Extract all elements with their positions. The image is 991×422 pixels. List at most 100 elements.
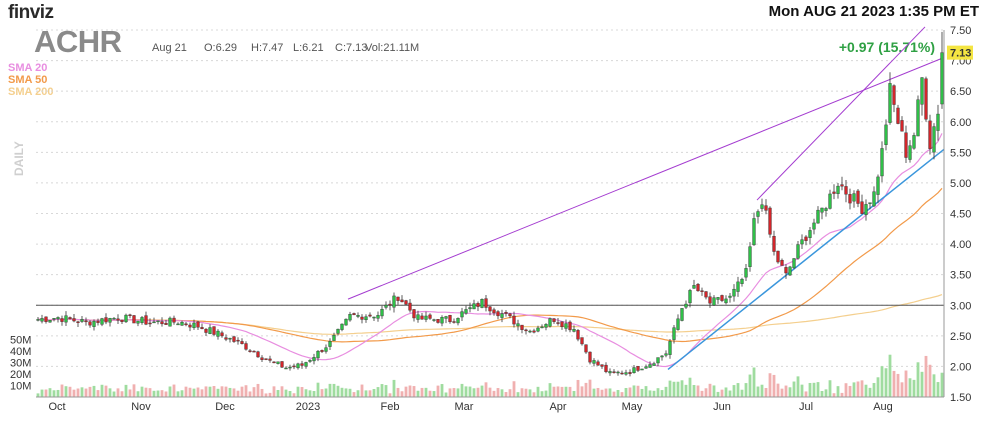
volume-bar xyxy=(248,391,252,397)
candle xyxy=(176,323,180,326)
volume-bar xyxy=(64,386,68,397)
candle xyxy=(196,321,200,328)
candle xyxy=(164,322,168,325)
volume-bar xyxy=(124,384,128,397)
volume-bar xyxy=(108,388,112,397)
volume-bar xyxy=(588,379,592,397)
volume-bar xyxy=(348,388,352,397)
volume-bar xyxy=(852,382,856,397)
candle xyxy=(736,281,740,292)
volume-tick-label: 40M xyxy=(10,346,31,358)
candle xyxy=(808,230,812,238)
volume-bar xyxy=(48,388,52,397)
volume-bar xyxy=(296,386,300,397)
candle xyxy=(284,367,288,370)
candle xyxy=(168,317,172,327)
volume-bar xyxy=(872,382,876,397)
candle xyxy=(684,303,688,308)
candle xyxy=(280,361,284,368)
candle xyxy=(556,322,560,324)
volume-bar xyxy=(148,388,152,397)
candle xyxy=(864,204,868,215)
candle xyxy=(336,328,340,334)
volume-bar xyxy=(644,386,648,397)
candle xyxy=(380,308,384,317)
volume-bar xyxy=(420,387,424,397)
candle xyxy=(504,312,508,314)
volume-bar xyxy=(708,383,712,397)
candle xyxy=(872,191,876,207)
candle xyxy=(816,209,820,224)
volume-bar xyxy=(624,387,628,397)
candle xyxy=(268,358,272,361)
volume-bar xyxy=(396,387,400,397)
y-tick-label: 2.50 xyxy=(950,331,971,343)
candle xyxy=(140,317,144,323)
candle xyxy=(232,336,236,342)
volume-bar xyxy=(156,390,160,397)
candle xyxy=(492,309,496,314)
candle xyxy=(52,318,56,320)
candle xyxy=(512,315,516,325)
volume-bar xyxy=(848,385,852,397)
volume-bar xyxy=(520,388,524,397)
volume-bar xyxy=(380,384,384,397)
candle xyxy=(784,267,788,274)
candle xyxy=(228,337,232,340)
volume-bar xyxy=(168,386,172,397)
candle xyxy=(324,347,328,352)
candle xyxy=(104,317,108,323)
candle xyxy=(876,176,880,195)
candle xyxy=(732,288,736,297)
candle xyxy=(264,358,268,360)
candle xyxy=(388,303,392,306)
volume-bar xyxy=(548,383,552,397)
volume-bar xyxy=(612,391,616,397)
candle xyxy=(908,145,912,160)
volume-bar xyxy=(796,376,800,397)
volume-bar xyxy=(864,384,868,397)
trendline-wedge xyxy=(756,26,926,201)
volume-bar xyxy=(480,385,484,397)
candle xyxy=(524,329,528,332)
candle xyxy=(804,236,808,241)
candle xyxy=(452,321,456,323)
volume-bar xyxy=(928,364,932,397)
volume-bar xyxy=(188,387,192,397)
volume-bar xyxy=(712,385,716,397)
volume-bar xyxy=(528,389,532,397)
candle xyxy=(656,357,660,364)
volume-bar xyxy=(428,390,432,397)
candle xyxy=(720,295,724,301)
volume-bar xyxy=(800,384,804,397)
volume-bar xyxy=(312,391,316,397)
candle xyxy=(900,120,904,132)
candle xyxy=(188,324,192,328)
volume-bar xyxy=(556,386,560,397)
candle xyxy=(712,297,716,306)
volume-tick-label: 30M xyxy=(10,358,31,370)
volume-bar xyxy=(620,392,624,397)
candle xyxy=(56,317,60,320)
candle xyxy=(468,307,472,310)
volume-bar xyxy=(780,388,784,397)
y-tick-label: 5.50 xyxy=(950,147,971,159)
x-tick-label: Nov xyxy=(131,401,151,413)
candle xyxy=(708,296,712,304)
volume-bar xyxy=(304,389,308,397)
volume-bar xyxy=(552,386,556,397)
candle xyxy=(248,350,252,352)
candle xyxy=(108,318,112,323)
volume-bar xyxy=(292,393,296,397)
volume-bar xyxy=(604,388,608,397)
volume-bar xyxy=(764,387,768,397)
candle xyxy=(648,364,652,368)
candle xyxy=(216,330,220,337)
volume-bar xyxy=(836,386,840,397)
volume-tick-label: 10M xyxy=(10,381,31,393)
volume-bar xyxy=(388,393,392,397)
candle xyxy=(596,361,600,366)
volume-bar xyxy=(868,387,872,397)
candle xyxy=(740,278,744,284)
volume-bar xyxy=(820,391,824,397)
